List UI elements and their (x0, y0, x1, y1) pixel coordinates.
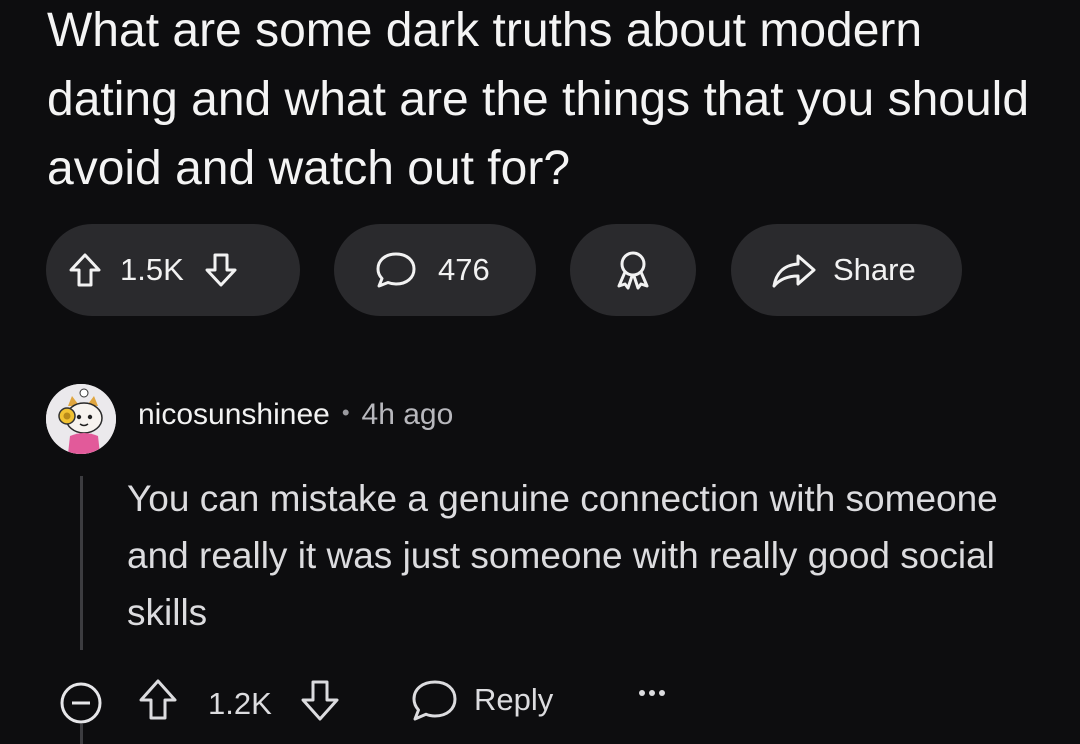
share-arrow-icon (771, 252, 817, 288)
post-title: What are some dark truths about modern d… (47, 4, 1030, 195)
comment-body: You can mistake a genuine connection wit… (127, 478, 998, 633)
comment-upvote-icon[interactable] (138, 678, 178, 722)
upvote-icon[interactable] (68, 252, 102, 288)
thread-line[interactable] (80, 476, 83, 650)
avatar[interactable] (46, 384, 116, 454)
share-button[interactable]: Share (731, 224, 962, 316)
comment-downvote-icon[interactable] (300, 678, 340, 722)
meta-separator: • (341, 400, 350, 425)
reply-label: Reply (474, 682, 554, 717)
more-dots-icon[interactable] (637, 688, 667, 698)
downvote-icon[interactable] (204, 252, 238, 288)
share-label: Share (833, 252, 916, 287)
thread-line-continuation (80, 724, 83, 744)
award-button[interactable] (570, 224, 696, 316)
comment-action-bar: 1.2K Reply (0, 672, 1080, 732)
reply-button[interactable]: Reply (410, 678, 553, 722)
comment-timestamp: 4h ago (361, 398, 454, 431)
post-action-bar: 1.5K 476 Share (0, 224, 1080, 316)
comment-meta: nicosunshinee • 4h ago (138, 398, 453, 432)
comment-count: 476 (438, 252, 490, 287)
comment-author[interactable]: nicosunshinee (138, 398, 330, 432)
collapse-minus-icon[interactable] (58, 680, 104, 726)
award-ribbon-icon (613, 249, 653, 291)
comment-bubble-icon (374, 250, 418, 290)
post-vote-count: 1.5K (120, 252, 184, 287)
reply-bubble-icon (412, 680, 457, 721)
comments-button[interactable]: 476 (334, 224, 536, 316)
comment-vote-count: 1.2K (208, 686, 272, 721)
vote-pill: 1.5K (46, 224, 300, 316)
